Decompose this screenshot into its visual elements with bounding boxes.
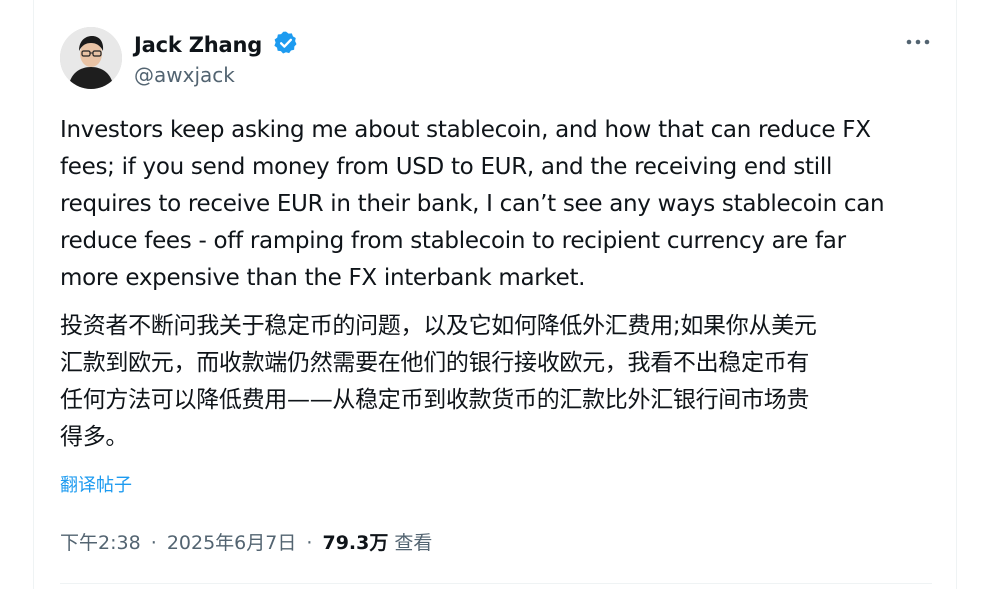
post-text-line: Investors keep asking me about stablecoi… <box>60 117 871 143</box>
post-text-line: 投资者不断问我关于稳定币的问题，以及它如何降低外汇费用;如果你从美元 <box>60 313 817 339</box>
more-options-button[interactable] <box>904 30 932 54</box>
author-handle[interactable]: @awxjack <box>134 62 235 88</box>
post-text-chinese: 投资者不断问我关于稳定币的问题，以及它如何降低外汇费用;如果你从美元 汇款到欧元… <box>60 308 940 456</box>
post-text-line: 汇款到欧元，而收款端仍然需要在他们的银行接收欧元，我看不出稳定币有 <box>60 350 810 376</box>
author-name-text: Jack Zhang <box>134 33 263 57</box>
post-text-line: 得多。 <box>60 424 129 450</box>
meta-separator: · <box>150 532 157 554</box>
post-meta: 下午2:38 · 2025年6月7日 · 79.3万 查看 <box>60 529 432 557</box>
translate-post-link[interactable]: 翻译帖子 <box>60 474 132 498</box>
post-text-line: requires to receive EUR in their bank, I… <box>60 191 885 217</box>
divider <box>60 583 932 584</box>
post-time[interactable]: 下午2:38 <box>60 532 141 554</box>
meta-separator: · <box>306 532 313 554</box>
post-text-line: fees; if you send money from USD to EUR,… <box>60 154 833 180</box>
more-dots-icon <box>906 39 930 45</box>
verified-badge-icon[interactable] <box>273 30 299 56</box>
avatar[interactable] <box>60 27 122 89</box>
author-name[interactable]: Jack Zhang <box>134 30 299 58</box>
post-date[interactable]: 2025年6月7日 <box>167 532 297 554</box>
post-article: Jack Zhang @awxjack Investors keep askin… <box>33 0 957 589</box>
post-text-line: more expensive than the FX interbank mar… <box>60 265 586 291</box>
post-text-english: Investors keep asking me about stablecoi… <box>60 112 940 297</box>
views-count[interactable]: 79.3万 <box>322 532 388 554</box>
avatar-image <box>60 27 122 89</box>
post-text-line: 任何方法可以降低费用——从稳定币到收款货币的汇款比外汇银行间市场贵 <box>60 387 810 413</box>
post-text-line: reduce fees - off ramping from stablecoi… <box>60 228 846 254</box>
views-label: 查看 <box>394 532 433 554</box>
